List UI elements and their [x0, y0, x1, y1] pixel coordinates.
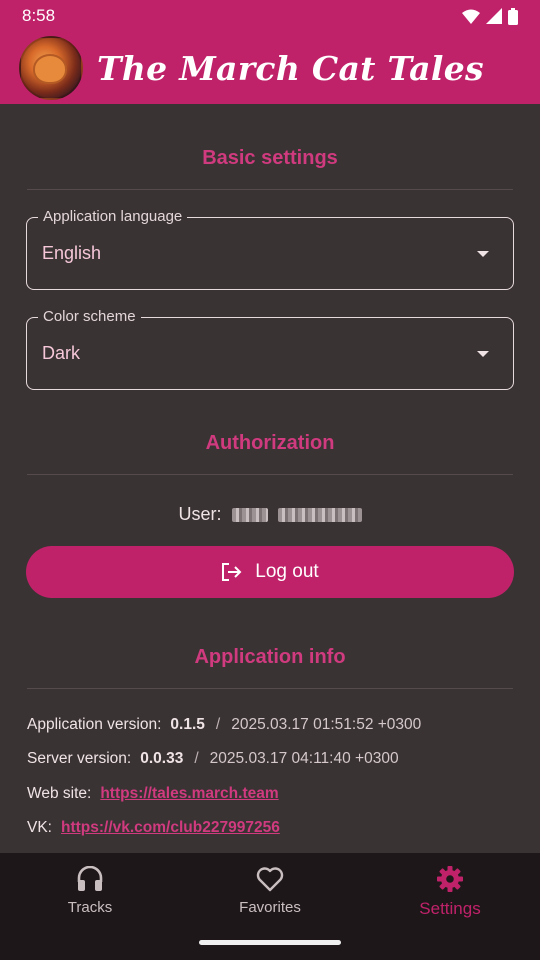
basic-settings-title: Basic settings: [202, 147, 338, 169]
color-scheme-dropdown-value: Dark: [42, 343, 81, 363]
status-time: 8:58: [22, 6, 56, 25]
user-row: User:: [0, 504, 540, 525]
separator: /: [215, 716, 221, 733]
status-icons: [462, 7, 518, 25]
logout-button-label: Log out: [255, 561, 319, 582]
nav-tracks[interactable]: Tracks: [0, 865, 180, 925]
nav-tracks-label: Tracks: [67, 899, 113, 916]
settings-content[interactable]: Basic settings Application language Engl…: [0, 104, 540, 853]
server-version-row: Server version: 0.0.33 / 2025.03.17 04:1…: [27, 750, 399, 768]
logout-icon: [222, 563, 242, 581]
app-version-row: Application version: 0.1.5 / 2025.03.17 …: [27, 716, 421, 734]
server-version-value: 0.0.33: [140, 750, 184, 767]
home-indicator[interactable]: [199, 940, 341, 945]
app-version-value: 0.1.5: [170, 716, 205, 733]
cellular-signal-icon: [486, 8, 502, 24]
heart-icon: [256, 865, 284, 893]
server-version-date: 2025.03.17 04:11:40 +0300: [209, 750, 399, 767]
language-dropdown-value: English: [42, 243, 102, 263]
server-version-label: Server version:: [27, 750, 132, 767]
redacted-username: [231, 507, 362, 522]
nav-settings[interactable]: Settings: [360, 865, 540, 925]
color-scheme-dropdown[interactable]: Color scheme Dark: [26, 308, 514, 390]
dropdown-arrow-icon: [477, 351, 489, 357]
app-title: The March Cat Tales: [97, 48, 484, 88]
nav-settings-label: Settings: [419, 899, 481, 918]
vk-label: VK:: [27, 819, 52, 836]
website-row: Web site: https://tales.march.team: [27, 785, 279, 803]
vk-link[interactable]: https://vk.com/club227997256: [61, 819, 280, 837]
app-bar: The March Cat Tales: [0, 32, 540, 104]
divider: [27, 189, 513, 190]
language-dropdown-label: Application language: [38, 208, 188, 225]
gear-icon: [436, 865, 464, 893]
divider: [27, 474, 513, 475]
website-label: Web site:: [27, 785, 92, 802]
dropdown-arrow-icon: [477, 251, 489, 257]
user-label: User:: [178, 504, 222, 524]
divider: [27, 688, 513, 689]
status-bar: 8:58: [0, 0, 540, 32]
logout-button[interactable]: Log out: [26, 546, 514, 598]
wifi-icon: [462, 9, 480, 24]
vk-row: VK: https://vk.com/club227997256: [27, 819, 280, 837]
separator: /: [194, 750, 199, 767]
battery-icon: [508, 7, 518, 25]
app-logo-avatar: [19, 36, 83, 100]
app-version-label: Application version:: [27, 716, 162, 733]
app-version-date: 2025.03.17 01:51:52 +0300: [231, 716, 422, 733]
application-info-title: Application info: [194, 646, 346, 668]
color-scheme-dropdown-label: Color scheme: [38, 308, 141, 325]
headphones-icon: [76, 865, 104, 893]
authorization-title: Authorization: [205, 432, 335, 454]
website-link[interactable]: https://tales.march.team: [100, 785, 278, 803]
nav-favorites-label: Favorites: [239, 899, 301, 916]
nav-favorites[interactable]: Favorites: [180, 865, 360, 925]
language-dropdown[interactable]: Application language English: [26, 208, 514, 290]
